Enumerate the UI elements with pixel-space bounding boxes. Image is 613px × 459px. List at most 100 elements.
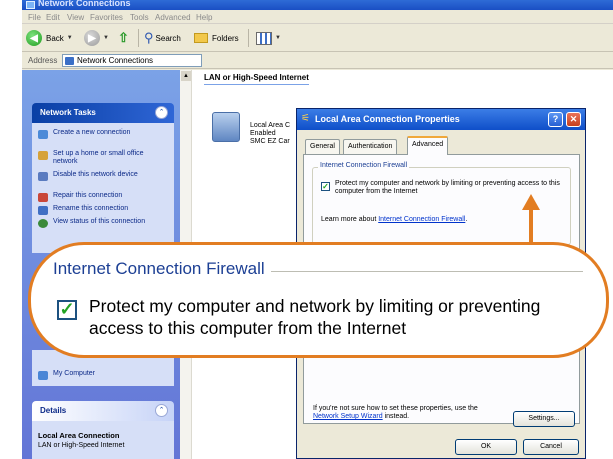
place-label: My Computer (53, 370, 96, 377)
scroll-up-icon[interactable]: ▲ (181, 71, 191, 81)
collapse-chevron-icon[interactable]: ⌃ (155, 404, 168, 417)
firewall-learn-more-link[interactable]: Internet Connection Firewall (378, 216, 465, 223)
task-disable-device[interactable]: Disable this network device (38, 171, 163, 181)
network-connections-icon (26, 1, 35, 9)
tab-advanced[interactable]: Advanced (407, 136, 449, 155)
views-dropdown-icon: ▼ (275, 35, 281, 41)
task-label: Disable this network device (53, 171, 138, 178)
firewall-group: Internet Connection Firewall ✓ Protect m… (312, 162, 571, 245)
repair-icon (38, 193, 48, 202)
collapse-chevron-icon[interactable]: ⌃ (155, 106, 168, 119)
search-icon: ⚲ (144, 30, 154, 45)
task-label: View status of this connection (53, 218, 146, 225)
firewall-zoom-callout: Internet Connection Firewall ✓ Protect m… (28, 242, 609, 358)
home-network-icon (38, 151, 48, 160)
address-field[interactable]: Network Connections (62, 54, 202, 67)
task-label: Rename this connection (53, 205, 129, 212)
folders-button[interactable]: Folders (194, 29, 239, 47)
learn-more-text: Learn more about Internet Connection Fir… (321, 216, 467, 223)
callout-checkbox-label: Protect my computer and network by limit… (89, 296, 541, 338)
rename-icon (38, 206, 48, 215)
menu-tools[interactable]: Tools (130, 13, 149, 22)
menu-edit[interactable]: Edit (46, 13, 60, 22)
details-title: Details (40, 406, 67, 415)
task-rename-connection[interactable]: Rename this connection (38, 205, 163, 215)
help-button[interactable]: ? (548, 112, 563, 127)
address-label: Address (28, 56, 58, 65)
search-button[interactable]: ⚲ Search (144, 29, 181, 47)
close-button[interactable]: ✕ (566, 112, 581, 127)
network-connection-icon: ⚟ (301, 113, 310, 124)
address-value: Network Connections (77, 56, 154, 65)
task-home-network[interactable]: Set up a home or small office network (38, 150, 163, 166)
menu-advanced[interactable]: Advanced (155, 13, 191, 22)
place-my-computer[interactable]: My Computer (38, 370, 163, 380)
views-button[interactable]: ▼ (256, 29, 281, 47)
forward-arrow-icon: ▶ (84, 30, 100, 46)
callout-checkbox[interactable]: ✓ (57, 300, 77, 320)
task-label: Set up a home or small office network (53, 150, 144, 165)
menu-favorites[interactable]: Favorites (90, 13, 123, 22)
cancel-button[interactable]: Cancel (523, 439, 579, 455)
back-dropdown-icon: ▼ (66, 35, 73, 41)
folders-icon (194, 33, 208, 43)
learn-more-prefix: Learn more about (321, 216, 379, 223)
help-text-before: If you're not sure how to set these prop… (313, 405, 478, 412)
up-folder-icon: ⇧ (118, 30, 129, 45)
back-label: Back (46, 33, 64, 43)
details-header[interactable]: Details ⌃ (32, 401, 174, 421)
network-tasks-title: Network Tasks (40, 108, 96, 117)
menu-view[interactable]: View (67, 13, 84, 22)
folders-label: Folders (212, 33, 239, 43)
setup-help-text: If you're not sure how to set these prop… (313, 405, 493, 421)
group-divider (204, 84, 309, 85)
firewall-checkbox-label[interactable]: Protect my computer and network by limit… (335, 180, 565, 196)
back-button[interactable]: ◀ Back ▼ (26, 29, 73, 47)
task-label: Create a new connection (53, 129, 131, 136)
status-icon (38, 219, 48, 228)
firewall-checkbox[interactable]: ✓ (321, 182, 330, 191)
settings-button[interactable]: Settings... (513, 411, 575, 427)
learn-more-suffix: . (465, 216, 468, 223)
window-title: Network Connections (38, 0, 131, 8)
details-type: LAN or High-Speed Internet (38, 442, 125, 449)
details-body: Local Area Connection LAN or High-Speed … (32, 421, 174, 459)
dialog-title: Local Area Connection Properties (315, 114, 460, 124)
views-icon (256, 31, 272, 45)
firewall-group-title: Internet Connection Firewall (318, 162, 410, 169)
tab-general[interactable]: General (305, 139, 340, 154)
lan-connection-item[interactable]: Local Area C Enabled SMC EZ Car (250, 122, 290, 146)
menu-file[interactable]: File (28, 13, 41, 22)
group-title: LAN or High-Speed Internet (204, 73, 309, 82)
back-arrow-icon: ◀ (26, 30, 42, 46)
connection-status: Enabled (250, 130, 276, 137)
tab-authentication[interactable]: Authentication (343, 139, 398, 154)
network-connections-icon (65, 57, 74, 65)
connection-device: SMC EZ Car (250, 138, 290, 145)
new-connection-icon (38, 130, 48, 139)
menu-bar: File Edit View Favorites Tools Advanced … (22, 10, 613, 24)
network-tasks-header[interactable]: Network Tasks ⌃ (32, 103, 174, 123)
task-view-status[interactable]: View status of this connection (38, 218, 163, 228)
dialog-title-bar: ⚟ Local Area Connection Properties ? ✕ (297, 109, 585, 130)
menu-help[interactable]: Help (196, 13, 212, 22)
up-folder-button[interactable]: ⇧ (118, 29, 129, 47)
network-setup-wizard-link[interactable]: Network Setup Wizard (313, 413, 383, 420)
task-create-connection[interactable]: Create a new connection (38, 129, 163, 139)
network-tasks-body: Create a new connection Set up a home or… (32, 123, 174, 253)
my-computer-icon (38, 371, 48, 380)
forward-button[interactable]: ▶ ▼ (84, 29, 109, 47)
forward-dropdown-icon: ▼ (103, 35, 109, 41)
toolbar-separator (138, 29, 139, 47)
connection-name: Local Area C (250, 122, 291, 129)
ok-button[interactable]: OK (455, 439, 517, 455)
lan-connection-icon[interactable] (212, 112, 240, 142)
task-label: Repair this connection (53, 192, 123, 199)
toolbar-separator (248, 29, 249, 47)
title-bar: Network Connections (22, 0, 613, 10)
callout-title: Internet Connection Firewall (53, 259, 271, 279)
disable-device-icon (38, 172, 48, 181)
help-text-after: instead. (382, 413, 410, 420)
task-repair-connection[interactable]: Repair this connection (38, 192, 163, 202)
details-name: Local Area Connection (38, 431, 120, 440)
